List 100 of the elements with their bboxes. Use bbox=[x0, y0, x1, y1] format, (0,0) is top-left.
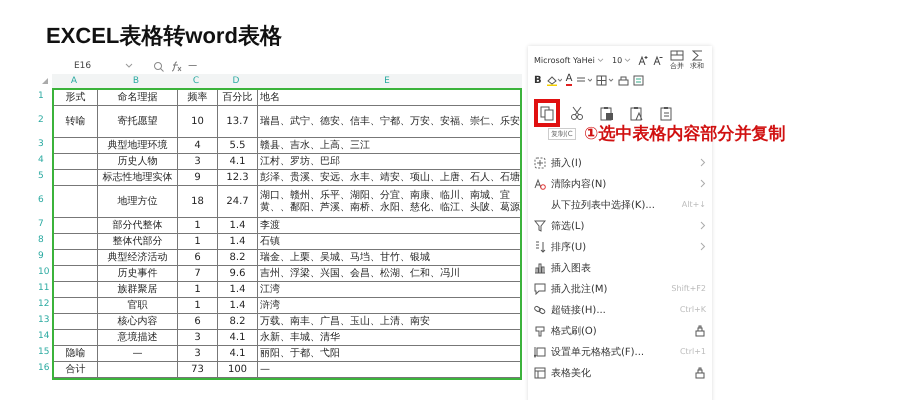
row-number[interactable]: 7 bbox=[38, 216, 52, 232]
merge-icon bbox=[670, 50, 684, 60]
row-number[interactable]: 11 bbox=[38, 280, 52, 296]
column-header[interactable]: B bbox=[96, 74, 176, 88]
chart-icon bbox=[534, 262, 546, 274]
column-header[interactable]: E bbox=[256, 74, 518, 88]
row-number[interactable]: 5 bbox=[38, 168, 52, 184]
table-cell: 8.2 bbox=[218, 250, 258, 265]
scissors-icon bbox=[570, 106, 584, 120]
table-cell: 4.1 bbox=[218, 154, 258, 169]
table-cell-text: 彭泽、贵溪、安远、永丰、靖安、项山、上唐、石人、石塘 bbox=[259, 170, 520, 184]
table-cell: 地理方位 bbox=[98, 186, 178, 217]
row-number[interactable]: 3 bbox=[38, 136, 52, 152]
table-cell: 1.4 bbox=[218, 218, 258, 233]
row-number[interactable]: 2 bbox=[38, 104, 52, 136]
slide-title: EXCEL表格转word表格 bbox=[46, 22, 282, 50]
table-cell: 命名理据 bbox=[98, 90, 178, 105]
row-number[interactable]: 12 bbox=[38, 296, 52, 312]
menu-item[interactable]: 插入(I) bbox=[534, 152, 706, 173]
table-cell: 部分代整体 bbox=[98, 218, 178, 233]
menu-item[interactable]: 筛选(L) bbox=[534, 215, 706, 236]
table-cell: 历史人物 bbox=[98, 154, 178, 169]
table-cell-text: 湖口、赣州、乐平、湖阳、分宜、南康、临川、南城、宜黄、、鄱阳、芦溪、南桥、永阳、慈化、临江、头陂、葛源 bbox=[259, 188, 520, 214]
table-cell: 4.1 bbox=[218, 346, 258, 361]
function-icon[interactable] bbox=[170, 60, 182, 72]
row-number[interactable]: 8 bbox=[38, 232, 52, 248]
row-number[interactable]: 6 bbox=[38, 184, 52, 216]
copy-button[interactable] bbox=[534, 99, 560, 127]
table-cell: 典型经济活动 bbox=[98, 250, 178, 265]
cell-reference: E16 bbox=[74, 61, 92, 71]
copy-icon bbox=[540, 106, 554, 120]
menu-item[interactable]: 插入批注(M) Shift+F2 bbox=[534, 278, 706, 299]
zoom-icon[interactable] bbox=[153, 60, 164, 72]
table-cell: 隐喻 bbox=[54, 346, 98, 361]
table-cell: — bbox=[98, 346, 178, 361]
menu-item[interactable]: 从下拉列表中选择(K)... Alt+↓ bbox=[534, 194, 706, 215]
menu-item[interactable]: 清除内容(N) bbox=[534, 173, 706, 194]
table-cell: 核心内容 bbox=[98, 314, 178, 329]
column-header[interactable]: D bbox=[216, 74, 256, 88]
table-icon bbox=[534, 366, 546, 378]
table-cell: 频率 bbox=[178, 90, 218, 105]
fill-color-icon[interactable] bbox=[546, 74, 562, 86]
row-number[interactable]: 13 bbox=[38, 312, 52, 328]
row-number[interactable]: 16 bbox=[38, 360, 52, 376]
table-cell: 1.4 bbox=[218, 282, 258, 297]
row-number[interactable]: 10 bbox=[38, 264, 52, 280]
menu-item[interactable]: 超链接(H)... Ctrl+K bbox=[534, 299, 706, 320]
caret-icon bbox=[596, 58, 604, 62]
table-cell-text: 吉州、浮梁、兴国、会昌、松湖、仁和、冯川 bbox=[259, 266, 461, 280]
grow-font-icon[interactable] bbox=[638, 55, 649, 65]
table-cell: 寄托愿望 bbox=[98, 106, 178, 137]
table-cell: 3 bbox=[178, 346, 218, 361]
column-header[interactable]: A bbox=[52, 74, 96, 88]
table-cell: 9 bbox=[178, 170, 218, 185]
border-icon[interactable] bbox=[596, 74, 614, 86]
bold-button[interactable]: B bbox=[534, 74, 542, 86]
clear-format-icon[interactable] bbox=[618, 74, 630, 86]
paint-icon bbox=[694, 324, 706, 336]
column-header[interactable]: C bbox=[176, 74, 216, 88]
table-cell: 24.7 bbox=[218, 186, 258, 217]
font-color-button[interactable]: A bbox=[566, 74, 572, 86]
table-cell: 6 bbox=[178, 314, 218, 329]
menu-item[interactable]: 排序(U) bbox=[534, 236, 706, 257]
format-cells-icon bbox=[534, 346, 546, 358]
table-cell: 标志性地理实体 bbox=[98, 170, 178, 185]
table-style-icon[interactable] bbox=[633, 74, 644, 86]
chevron-right-icon bbox=[700, 221, 706, 230]
shrink-font-icon[interactable] bbox=[653, 55, 664, 65]
table-cell-text: 浒湾 bbox=[259, 298, 281, 312]
caret-icon bbox=[624, 58, 632, 62]
table-cell: 8.2 bbox=[218, 314, 258, 329]
paste-icon bbox=[660, 106, 674, 120]
sort-icon bbox=[534, 240, 546, 252]
row-number[interactable]: 14 bbox=[38, 328, 52, 344]
formula-text: — bbox=[188, 61, 198, 71]
dropdown-caret-icon[interactable] bbox=[125, 63, 134, 69]
row-number[interactable]: 1 bbox=[38, 88, 52, 104]
table-cell: 9.6 bbox=[218, 266, 258, 281]
menu-item[interactable]: 插入图表 bbox=[534, 257, 706, 278]
menu-item[interactable]: 表格美化 bbox=[534, 362, 706, 383]
table-cell-text: 瑞金、上栗、吴城、马垱、甘竹、银城 bbox=[259, 250, 431, 264]
row-number[interactable]: 9 bbox=[38, 248, 52, 264]
table-cell: 10 bbox=[178, 106, 218, 137]
row-number[interactable]: 4 bbox=[38, 152, 52, 168]
table-cell: 族群聚居 bbox=[98, 282, 178, 297]
chevron-right-icon bbox=[700, 158, 706, 167]
menu-item[interactable]: 设置单元格格式(F)... Ctrl+1 bbox=[534, 341, 706, 362]
table-cell-text: 地名 bbox=[259, 90, 281, 104]
font-size-dropdown[interactable]: 10 bbox=[612, 56, 634, 64]
table-cell-text: 丽阳、于都、弋阳 bbox=[259, 346, 341, 360]
table-cell-text: 江村、罗坊、巴邱 bbox=[259, 154, 341, 168]
table-cell: 百分比 bbox=[218, 90, 258, 105]
menu-item[interactable]: 格式刷(O) bbox=[534, 320, 706, 341]
row-number[interactable]: 15 bbox=[38, 344, 52, 360]
table-cell: 转喻 bbox=[54, 106, 98, 137]
table-cell: 100 bbox=[218, 362, 258, 377]
link-icon bbox=[534, 304, 546, 316]
insert-icon bbox=[534, 156, 546, 168]
clear-icon bbox=[534, 178, 546, 190]
font-dropdown[interactable]: Microsoft YaHei bbox=[534, 56, 608, 64]
